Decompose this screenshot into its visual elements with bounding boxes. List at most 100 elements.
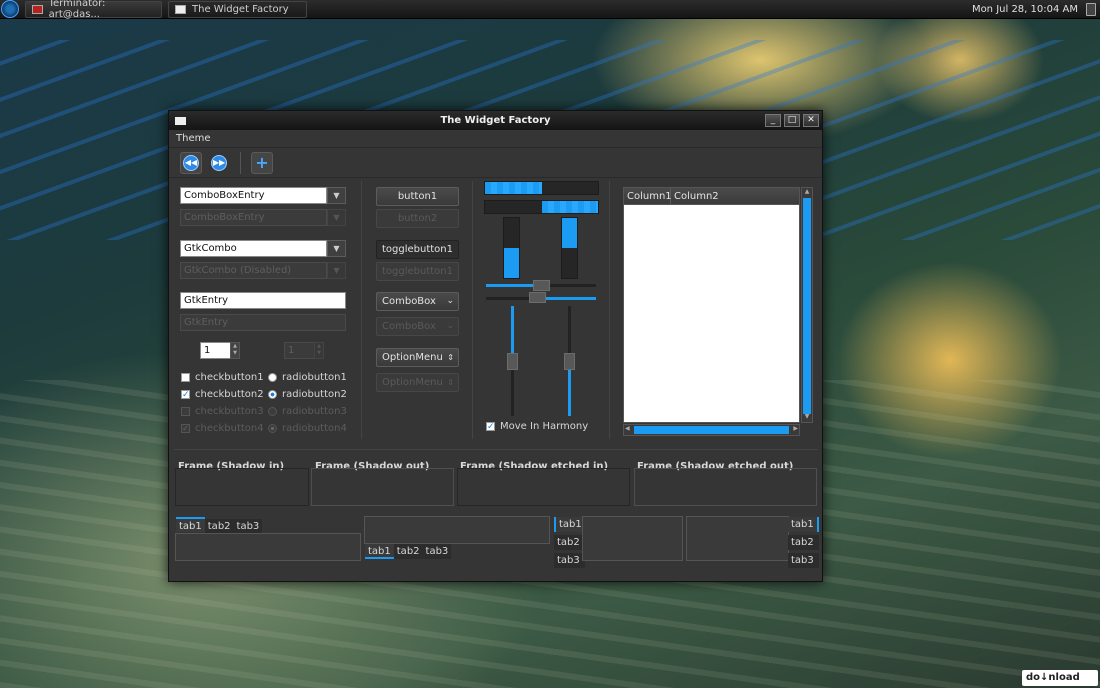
checkbutton1-label: checkbutton1 bbox=[195, 372, 264, 383]
button1[interactable]: button1 bbox=[376, 187, 459, 206]
scroll-down-icon[interactable]: ▼ bbox=[803, 413, 811, 422]
tab2[interactable]: tab2 bbox=[554, 535, 585, 550]
toolbar-separator bbox=[240, 151, 241, 174]
vscale-2-slider[interactable] bbox=[564, 353, 575, 370]
tree-hscrollbar[interactable]: ◀ ▶ bbox=[623, 424, 800, 436]
chevron-down-icon: ⌄ bbox=[446, 321, 454, 331]
gtkcombo-arrow[interactable]: ▼ bbox=[327, 240, 346, 257]
radiobutton2-label: radiobutton2 bbox=[282, 389, 347, 400]
optionmenu[interactable]: OptionMenu ⇕ bbox=[376, 348, 459, 367]
radiobutton1[interactable]: radiobutton1 bbox=[268, 372, 347, 383]
checkbutton1[interactable]: checkbutton1 bbox=[181, 372, 264, 383]
tab2[interactable]: tab2 bbox=[204, 519, 234, 534]
taskbar-item-widget-factory[interactable]: The Widget Factory bbox=[168, 0, 307, 18]
button2: button2 bbox=[376, 209, 459, 228]
optionmenu-disabled-label: OptionMenu bbox=[382, 377, 443, 388]
scroll-up-icon[interactable]: ▲ bbox=[803, 188, 811, 197]
skip-back-button[interactable]: ◀◀ bbox=[180, 151, 202, 174]
move-in-harmony-label: Move In Harmony bbox=[500, 421, 589, 432]
separator bbox=[609, 181, 610, 439]
togglebutton1[interactable]: togglebutton1 bbox=[376, 240, 459, 259]
checkbutton2-label: checkbutton2 bbox=[195, 389, 264, 400]
hscale-2-slider[interactable] bbox=[529, 292, 546, 303]
menu-theme[interactable]: Theme bbox=[176, 133, 211, 144]
trash-icon[interactable] bbox=[1086, 2, 1096, 16]
tab3[interactable]: tab3 bbox=[788, 553, 819, 568]
gtkcombo-input[interactable]: GtkCombo bbox=[180, 240, 327, 257]
tab3[interactable]: tab3 bbox=[422, 544, 452, 559]
hprogress-fill-2 bbox=[541, 201, 598, 213]
vscroll-thumb[interactable] bbox=[803, 198, 811, 414]
column2-header[interactable]: Column2 bbox=[671, 188, 799, 204]
optionmenu-label: OptionMenu bbox=[382, 352, 443, 363]
combobox-disabled-label: ComboBox bbox=[382, 321, 436, 332]
skip-forward-icon: ▶▶ bbox=[211, 154, 227, 171]
notebook-top-page bbox=[175, 533, 361, 561]
move-in-harmony-check[interactable]: Move In Harmony bbox=[486, 421, 588, 432]
spin-button-input[interactable]: 1 bbox=[200, 342, 232, 359]
vprogress-fill-1 bbox=[504, 248, 519, 278]
combobox-label: ComboBox bbox=[382, 296, 436, 307]
tab1[interactable]: tab1 bbox=[554, 517, 585, 532]
separator bbox=[361, 181, 362, 439]
column1-header[interactable]: Column1 bbox=[624, 188, 672, 204]
top-panel: Terminator: art@das... The Widget Factor… bbox=[0, 0, 1100, 20]
frame-shadow-etched-out bbox=[634, 468, 817, 506]
checkbutton2[interactable]: checkbutton2 bbox=[181, 389, 264, 400]
comboboxentry-arrow[interactable]: ▼ bbox=[327, 187, 346, 204]
checkbox-icon bbox=[181, 373, 190, 382]
tree-header: Column1 Column2 bbox=[624, 188, 799, 205]
scroll-left-icon[interactable]: ◀ bbox=[625, 425, 630, 432]
notebook-right-tabs: tab1 tab2 tab3 bbox=[788, 517, 819, 568]
gtkentry-input[interactable]: GtkEntry bbox=[180, 292, 346, 309]
notebook-bottom-page bbox=[364, 516, 550, 544]
tab1[interactable]: tab1 bbox=[176, 517, 205, 532]
tab2[interactable]: tab2 bbox=[788, 535, 819, 550]
maximize-button[interactable]: □ bbox=[784, 114, 800, 127]
spin-arrows-icon[interactable]: ▲ ▼ bbox=[230, 342, 240, 359]
vprogress-bar-1 bbox=[503, 217, 520, 279]
menu-logo-icon[interactable] bbox=[1, 0, 19, 18]
hscale-1-slider[interactable] bbox=[533, 280, 550, 291]
skip-forward-button[interactable]: ▶▶ bbox=[208, 152, 230, 174]
skip-back-icon: ◀◀ bbox=[183, 154, 199, 171]
tab3[interactable]: tab3 bbox=[554, 553, 585, 568]
taskbar-label: The Widget Factory bbox=[192, 3, 289, 15]
updown-icon: ⇕ bbox=[447, 378, 454, 387]
add-button[interactable]: + bbox=[251, 151, 273, 174]
tab1[interactable]: tab1 bbox=[365, 544, 394, 559]
tree-vscrollbar[interactable]: ▲ ▼ bbox=[801, 187, 813, 423]
minimize-button[interactable]: _ bbox=[765, 114, 781, 127]
checkbutton3-label: checkbutton3 bbox=[195, 406, 264, 417]
title-bar[interactable]: The Widget Factory _ □ ✕ bbox=[169, 111, 822, 130]
comboboxentry-input[interactable]: ComboBoxEntry bbox=[180, 187, 327, 204]
checkbox-disabled-icon bbox=[181, 407, 190, 416]
spin-button-disabled: 1 bbox=[284, 342, 316, 359]
scroll-right-icon[interactable]: ▶ bbox=[793, 425, 798, 432]
vscale-1-slider[interactable] bbox=[507, 353, 518, 370]
combobox[interactable]: ComboBox ⌄ bbox=[376, 292, 459, 311]
radiobutton4-label: radiobutton4 bbox=[282, 423, 347, 434]
tab1[interactable]: tab1 bbox=[788, 517, 819, 532]
frame-shadow-out bbox=[311, 468, 454, 506]
close-button[interactable]: ✕ bbox=[803, 114, 819, 127]
gtkcombo-disabled: GtkCombo (Disabled) bbox=[180, 262, 327, 279]
widget-factory-window: The Widget Factory _ □ ✕ Theme ◀◀ ▶▶ + C… bbox=[168, 110, 823, 582]
window-menu-icon[interactable] bbox=[175, 116, 186, 125]
checkbutton4-label: checkbutton4 bbox=[195, 423, 264, 434]
radiobutton2[interactable]: radiobutton2 bbox=[268, 389, 347, 400]
hprogress-fill-1 bbox=[485, 182, 542, 194]
separator bbox=[174, 449, 818, 450]
tree-view[interactable]: Column1 Column2 bbox=[623, 187, 800, 423]
tab2[interactable]: tab2 bbox=[393, 544, 423, 559]
radiobutton4: radiobutton4 bbox=[268, 423, 347, 434]
radiobutton3: radiobutton3 bbox=[268, 406, 347, 417]
clock[interactable]: Mon Jul 28, 10:04 AM bbox=[972, 4, 1078, 15]
hprogress-bar-2 bbox=[484, 200, 599, 214]
taskbar-item-terminator[interactable]: Terminator: art@das... bbox=[25, 0, 162, 20]
comboboxentry-disabled: ComboBoxEntry bbox=[180, 209, 327, 226]
notebook-top-tabs: tab1 tab2 tab3 bbox=[176, 517, 263, 534]
tab3[interactable]: tab3 bbox=[233, 519, 263, 534]
hscroll-thumb[interactable] bbox=[634, 426, 789, 434]
vprogress-fill-2 bbox=[562, 218, 577, 248]
